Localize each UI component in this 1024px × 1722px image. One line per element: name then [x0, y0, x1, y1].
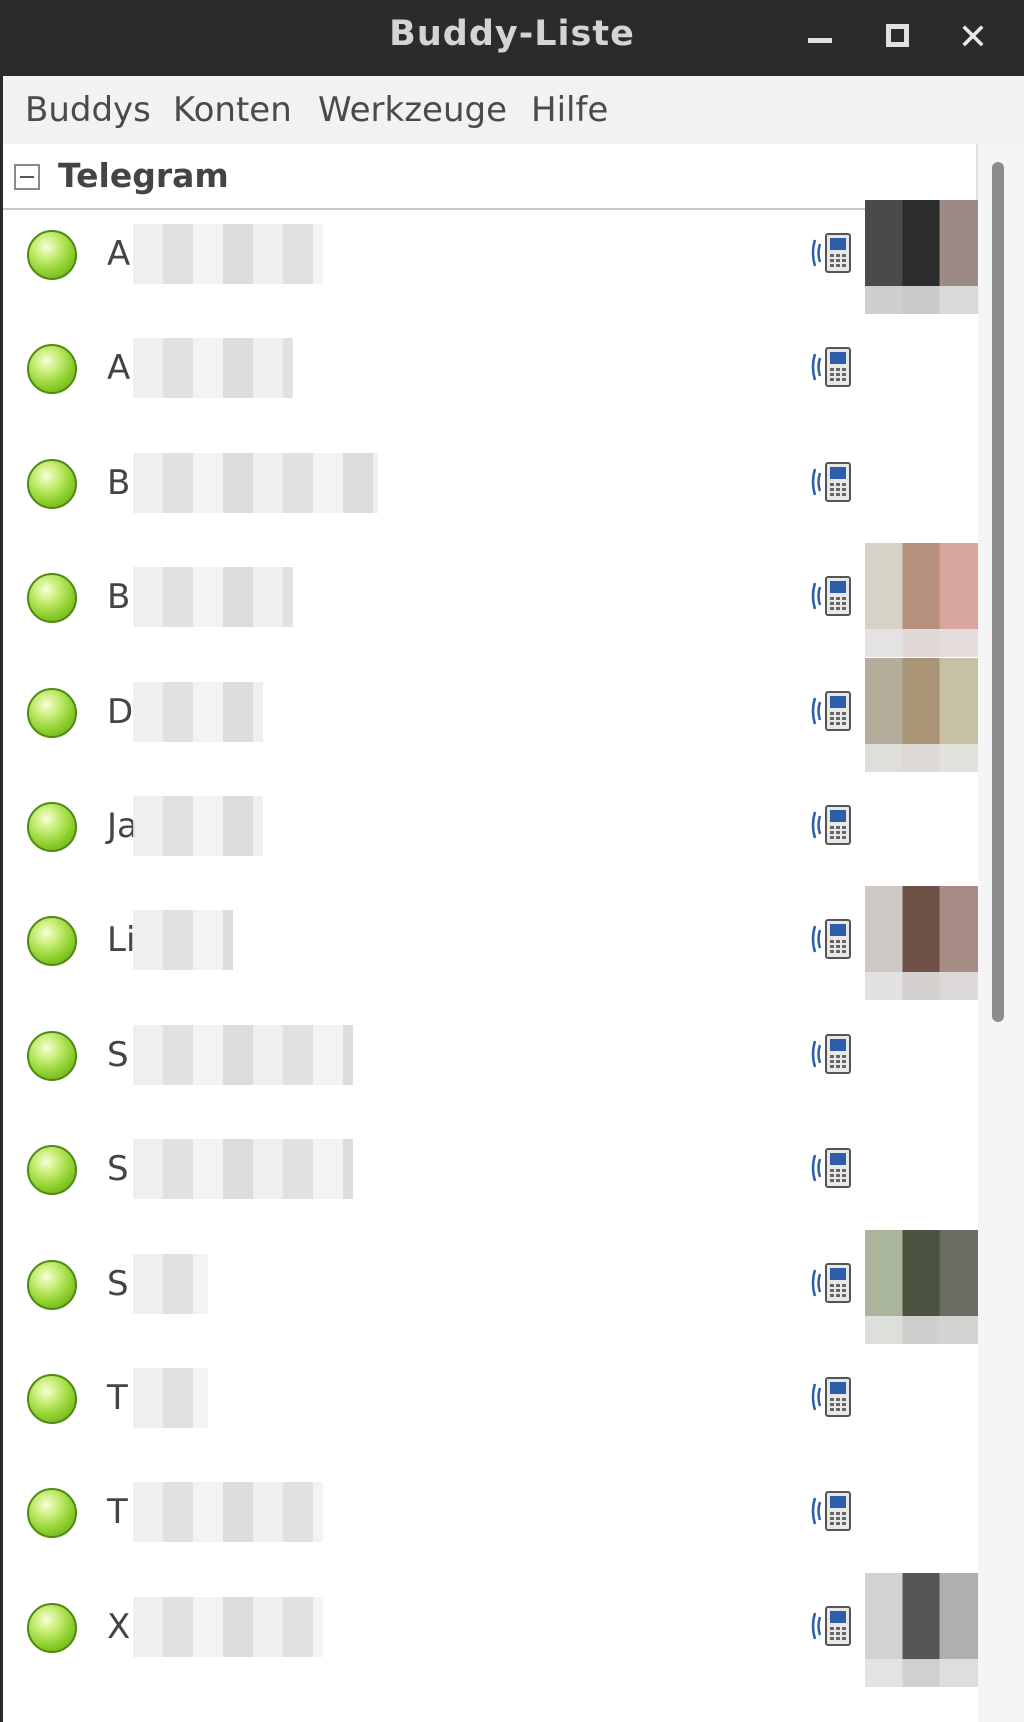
buddy-avatar	[865, 1229, 978, 1344]
mobile-device-icon	[811, 1605, 851, 1646]
buddy-row[interactable]: Li	[3, 886, 978, 1001]
mobile-device-icon	[811, 1033, 851, 1074]
mobile-device-icon	[811, 576, 851, 617]
mobile-device-icon	[811, 233, 851, 273]
buddy-name: S	[107, 1149, 129, 1190]
buddy-row[interactable]: X	[3, 1572, 978, 1687]
buddy-avatar	[865, 886, 978, 1001]
buddy-row[interactable]: S	[3, 1115, 978, 1229]
buddy-name: Li	[107, 920, 136, 961]
redacted-name-blur	[133, 1482, 323, 1543]
minimize-button[interactable]	[800, 16, 844, 60]
menu-werkzeuge[interactable]: Werkzeuge	[318, 90, 507, 130]
status-available-icon	[27, 1030, 77, 1081]
menu-buddys[interactable]: Buddys	[25, 90, 151, 130]
mobile-device-icon	[811, 690, 851, 731]
buddy-row[interactable]: A	[3, 314, 978, 428]
status-available-icon	[27, 687, 77, 738]
window-title: Buddy-Liste	[389, 14, 635, 54]
scrollbar-thumb[interactable]	[992, 162, 1004, 1022]
redacted-name-blur	[133, 452, 378, 513]
mobile-device-icon	[811, 347, 851, 388]
mobile-device-icon	[811, 1377, 851, 1417]
mobile-device-icon	[811, 919, 851, 960]
buddy-name: T	[107, 1492, 128, 1533]
buddy-avatar	[865, 657, 978, 772]
redacted-name-blur	[133, 567, 293, 628]
status-available-icon	[27, 458, 77, 509]
mobile-device-icon	[811, 1491, 851, 1532]
redacted-name-blur	[133, 796, 263, 856]
status-available-icon	[27, 1374, 77, 1424]
redacted-name-blur	[133, 1024, 353, 1085]
buddy-name: S	[107, 1034, 129, 1075]
redacted-name-blur	[133, 1368, 208, 1428]
buddy-row[interactable]: D	[3, 657, 978, 772]
close-button[interactable]: ✕	[951, 16, 995, 60]
status-available-icon	[27, 573, 77, 624]
buddy-name: A	[107, 348, 131, 389]
menu-hilfe[interactable]: Hilfe	[531, 90, 608, 130]
buddy-row[interactable]: T	[3, 1344, 978, 1458]
menu-bar: Buddys Konten Werkzeuge Hilfe	[3, 76, 1024, 144]
buddy-row[interactable]: T	[3, 1458, 978, 1572]
buddy-name: D	[107, 691, 134, 732]
buddy-name: B	[107, 577, 131, 618]
buddy-name: A	[107, 234, 131, 274]
redacted-name-blur	[133, 681, 263, 742]
redacted-name-blur	[133, 1596, 323, 1657]
group-name: Telegram	[58, 156, 229, 195]
status-available-icon	[27, 1488, 77, 1539]
redacted-name-blur	[133, 910, 233, 971]
status-available-icon	[27, 1145, 77, 1196]
status-available-icon	[27, 344, 77, 395]
buddy-row[interactable]: S	[3, 1001, 978, 1115]
mobile-device-icon	[811, 1148, 851, 1189]
buddy-avatar	[865, 200, 978, 314]
buddy-row[interactable]: B	[3, 429, 978, 543]
menu-konten[interactable]: Konten	[173, 90, 292, 130]
buddy-row[interactable]: Ja	[3, 772, 978, 886]
buddy-row[interactable]: B	[3, 543, 978, 658]
buddy-name: S	[107, 1263, 129, 1304]
redacted-name-blur	[133, 1253, 208, 1314]
collapse-icon[interactable]	[14, 164, 40, 190]
status-available-icon	[27, 916, 77, 967]
status-available-icon	[27, 230, 77, 280]
mobile-device-icon	[811, 805, 851, 845]
mobile-device-icon	[811, 461, 851, 502]
buddy-avatar	[865, 543, 978, 658]
buddy-avatar	[865, 1572, 978, 1687]
buddy-list[interactable]: Telegram A A B B D Ja Li S S S T T X	[3, 144, 978, 1722]
buddy-name: T	[107, 1378, 128, 1418]
status-available-icon	[27, 802, 77, 852]
title-bar: Buddy-Liste ✕	[0, 0, 1024, 76]
buddy-row[interactable]: A	[3, 200, 978, 314]
redacted-name-blur	[133, 1139, 353, 1200]
mobile-device-icon	[811, 1262, 851, 1303]
buddy-name: X	[107, 1606, 131, 1647]
status-available-icon	[27, 1259, 77, 1310]
redacted-name-blur	[133, 338, 293, 399]
maximize-button[interactable]	[878, 16, 922, 60]
buddy-name: B	[107, 462, 131, 503]
status-available-icon	[27, 1602, 77, 1653]
redacted-name-blur	[133, 224, 323, 284]
buddy-row[interactable]: S	[3, 1229, 978, 1344]
